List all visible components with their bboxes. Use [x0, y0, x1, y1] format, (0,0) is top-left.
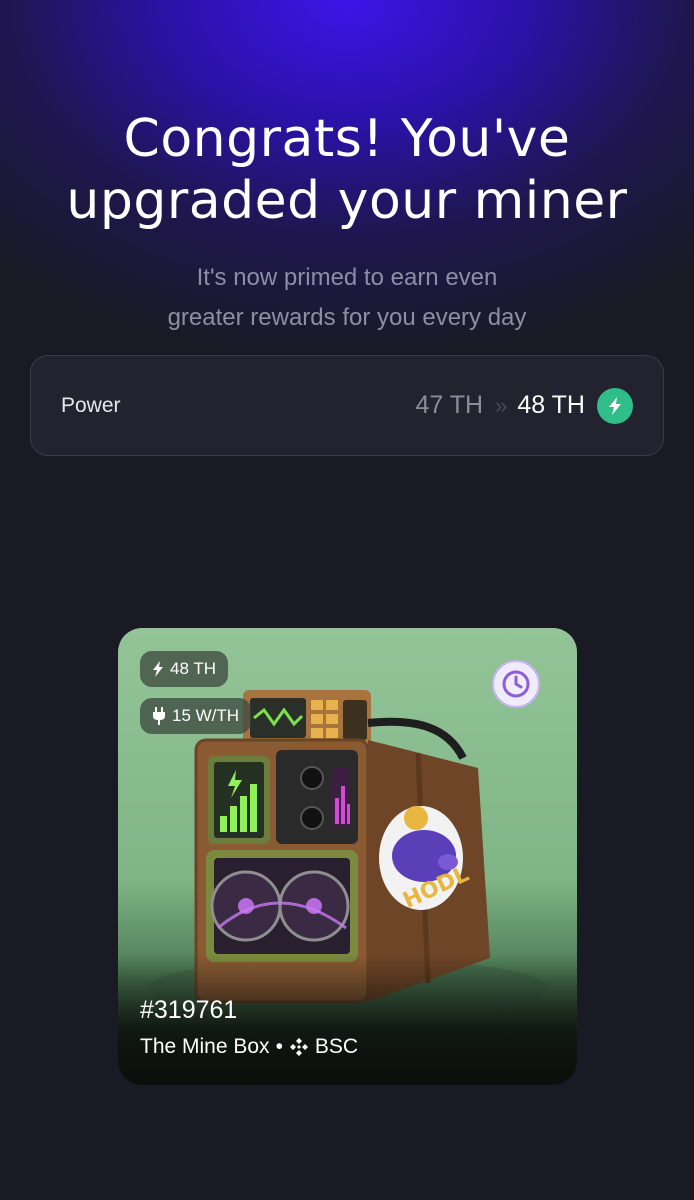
lightning-bolt-icon: [597, 387, 633, 424]
power-upgrade-card: Power 47 TH » 48 TH: [30, 355, 664, 456]
efficiency-chip: 15 W/TH: [140, 698, 252, 734]
page-title-line-2: upgraded your miner: [66, 171, 628, 231]
lightning-bolt-icon: [153, 661, 163, 677]
page-subtitle-line-1: It's now primed to earn even: [196, 264, 498, 291]
clock-icon[interactable]: [492, 660, 540, 708]
hashrate-chip: 48 TH: [140, 651, 228, 687]
page-subtitle-line-2: greater rewards for you every day: [167, 304, 527, 331]
page-title-line-1: Congrats! You've: [123, 109, 571, 169]
page-subtitle: It's now primed to earn even greater rew…: [0, 258, 694, 338]
efficiency-value: 15 W/TH: [172, 706, 240, 725]
page-title: Congrats! You've upgraded your miner: [0, 108, 694, 232]
token-id: #319761: [140, 996, 238, 1024]
miner-nft-card[interactable]: HODL 48 TH 15 W/TH #319761 The Mine Box …: [118, 628, 577, 1085]
hashrate-value: 48 TH: [170, 659, 216, 678]
power-plug-icon: [153, 707, 165, 725]
double-chevron-right-icon: »: [495, 392, 507, 418]
power-old-value: 47 TH: [415, 391, 484, 419]
power-new-value: 48 TH: [517, 391, 585, 419]
collection-name: The Mine Box: [140, 1035, 270, 1058]
separator-dot: •: [275, 1035, 283, 1058]
bnb-chain-icon: [289, 1038, 308, 1056]
chain-name: BSC: [314, 1035, 359, 1058]
power-values: 47 TH » 48 TH: [415, 387, 633, 424]
power-label: Power: [61, 393, 121, 417]
collection-info: The Mine Box • BSC: [140, 1035, 358, 1059]
